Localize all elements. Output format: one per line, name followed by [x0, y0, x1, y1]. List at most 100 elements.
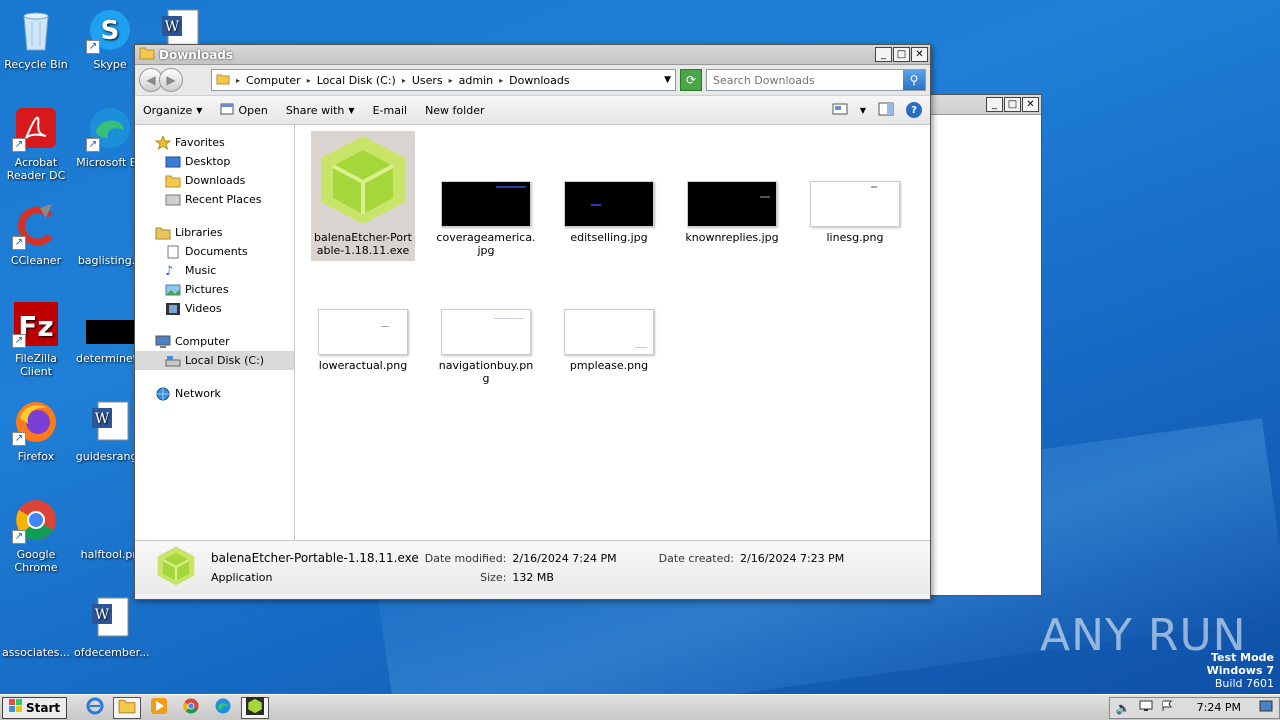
file-item[interactable]: linesg.png	[803, 131, 907, 248]
taskbar-edge[interactable]	[209, 697, 237, 719]
taskbar: Start 🔈 7:24 PM	[0, 694, 1280, 720]
desktop-icon-recycle-bin[interactable]: Recycle Bin	[0, 6, 72, 71]
chevron-right-icon[interactable]: ▸	[236, 76, 240, 85]
search-input[interactable]	[707, 73, 903, 87]
chevron-right-icon[interactable]: ▸	[499, 76, 503, 85]
close-button[interactable]: ✕	[911, 47, 928, 62]
firefox-icon: ↗	[12, 398, 60, 446]
desktop-icon-filezilla[interactable]: Fz ↗ FileZilla Client	[0, 300, 72, 378]
desktop-icon-label: CCleaner	[10, 254, 62, 267]
explorer-titlebar[interactable]: Downloads _ □ ✕	[135, 45, 930, 65]
breadcrumb-computer[interactable]: Computer	[246, 74, 301, 87]
word-document-icon: W	[86, 594, 134, 642]
start-button[interactable]: Start	[2, 696, 68, 719]
image-thumbnail	[810, 181, 900, 227]
desktop-icon-ccleaner[interactable]: ↗ CCleaner	[0, 202, 72, 267]
nav-recent-places[interactable]: Recent Places	[135, 190, 294, 209]
file-list[interactable]: balenaEtcher-Portable-1.18.11.exe covera…	[295, 125, 930, 540]
chevron-right-icon[interactable]: ▸	[402, 76, 406, 85]
file-item[interactable]: pmplease.png	[557, 259, 661, 376]
desktop-icon-label: Firefox	[17, 450, 55, 463]
breadcrumb-admin[interactable]: admin	[459, 74, 493, 87]
clock[interactable]: 7:24 PM	[1197, 701, 1241, 714]
minimize-button[interactable]: _	[986, 97, 1003, 112]
system-tray: 🔈 7:24 PM	[1108, 696, 1280, 719]
nav-desktop[interactable]: Desktop	[135, 152, 294, 171]
test-mode-watermark: Test Mode Windows 7 Build 7601	[1207, 651, 1274, 690]
flag-icon[interactable]	[1161, 700, 1173, 715]
taskbar-explorer[interactable]	[113, 696, 142, 719]
watermark-line: Windows 7	[1206, 664, 1274, 677]
nav-music[interactable]: ♪ Music	[135, 261, 294, 280]
background-window-titlebar[interactable]: _ □ ✕	[931, 95, 1041, 115]
maximize-button[interactable]: □	[1004, 97, 1021, 112]
minimize-button[interactable]: _	[875, 47, 892, 62]
pictures-icon	[165, 283, 181, 297]
maximize-button[interactable]: □	[893, 47, 910, 62]
email-button[interactable]: E-mail	[373, 104, 408, 117]
open-button[interactable]: Open	[220, 102, 268, 119]
explorer-window[interactable]: Downloads _ □ ✕ ◀ ▶ ▸ Computer ▸ Local D…	[134, 44, 931, 600]
file-item[interactable]: loweractual.png	[311, 259, 415, 376]
image-thumbnail	[564, 309, 654, 355]
nav-libraries[interactable]: Libraries	[135, 223, 294, 242]
breadcrumb-downloads[interactable]: Downloads	[509, 74, 569, 87]
taskbar-ie[interactable]	[81, 697, 109, 719]
background-window[interactable]: _ □ ✕	[930, 94, 1042, 596]
breadcrumb-local-disk[interactable]: Local Disk (C:)	[317, 74, 396, 87]
navigation-pane: Favorites Desktop Downloads Recent Place…	[135, 125, 295, 540]
nav-computer[interactable]: Computer	[135, 332, 294, 351]
chevron-right-icon[interactable]: ▸	[307, 76, 311, 85]
address-bar[interactable]: ▸ Computer ▸ Local Disk (C:) ▸ Users ▸ a…	[211, 69, 676, 91]
filezilla-icon: Fz ↗	[12, 300, 60, 348]
new-folder-button[interactable]: New folder	[425, 104, 484, 117]
show-desktop-icon[interactable]	[1259, 700, 1273, 715]
search-icon[interactable]: ⚲	[903, 70, 925, 90]
file-item[interactable]: editselling.jpg	[557, 131, 661, 248]
desktop-icon-chrome[interactable]: ↗ Google Chrome	[0, 496, 72, 574]
ccleaner-icon: ↗	[12, 202, 60, 250]
breadcrumb-users[interactable]: Users	[412, 74, 443, 87]
forward-button[interactable]: ▶	[159, 68, 183, 92]
file-name: knownreplies.jpg	[685, 231, 779, 244]
nav-label: Network	[175, 387, 221, 400]
speaker-icon[interactable]: 🔈	[1116, 701, 1131, 715]
file-name: coverageamerica.jpg	[436, 231, 536, 257]
file-item[interactable]: knownreplies.jpg	[680, 131, 784, 248]
file-item[interactable]: navigationbuy.png	[434, 259, 538, 389]
nav-downloads[interactable]: Downloads	[135, 171, 294, 190]
file-item[interactable]: balenaEtcher-Portable-1.18.11.exe	[311, 131, 415, 261]
taskbar-chrome[interactable]	[177, 697, 205, 719]
desktop-icon-firefox[interactable]: ↗ Firefox	[0, 398, 72, 463]
watermark-line: Build 7601	[1214, 677, 1274, 690]
desktop-icon-ofdecember[interactable]: W ofdecember...	[74, 594, 150, 659]
taskbar-media-player[interactable]	[145, 697, 173, 719]
desktop-icon-acrobat[interactable]: ↗ Acrobat Reader DC	[0, 104, 72, 182]
taskbar-balena-etcher[interactable]	[241, 696, 270, 719]
chevron-down-icon[interactable]: ▼	[860, 106, 866, 115]
chevron-down-icon[interactable]: ▼	[664, 75, 671, 85]
view-icon[interactable]	[832, 102, 848, 119]
close-button[interactable]: ✕	[1022, 97, 1039, 112]
nav-favorites[interactable]: Favorites	[135, 133, 294, 152]
nav-documents[interactable]: Documents	[135, 242, 294, 261]
organize-button[interactable]: Organize ▼	[143, 104, 202, 117]
command-bar: Organize ▼ Open Share with ▼ E-mail New …	[135, 95, 930, 125]
nav-label: Music	[185, 264, 217, 277]
nav-local-disk[interactable]: Local Disk (C:)	[135, 351, 294, 370]
search-box[interactable]: ⚲	[706, 69, 926, 91]
desktop-icon-label: FileZilla Client	[15, 352, 57, 378]
file-name: pmplease.png	[569, 359, 649, 372]
file-item[interactable]: coverageamerica.jpg	[434, 131, 538, 261]
refresh-button[interactable]: ⟳	[680, 69, 702, 91]
nav-network[interactable]: Network	[135, 384, 294, 403]
share-with-button[interactable]: Share with ▼	[286, 104, 355, 117]
help-icon[interactable]: ?	[906, 102, 922, 118]
desktop-icon-associates[interactable]: associates...	[0, 594, 72, 659]
network-icon[interactable]	[1139, 700, 1153, 715]
chevron-right-icon[interactable]: ▸	[449, 76, 453, 85]
nav-videos[interactable]: Videos	[135, 299, 294, 318]
nav-pictures[interactable]: Pictures	[135, 280, 294, 299]
svg-text:S: S	[101, 16, 120, 46]
preview-pane-icon[interactable]	[878, 102, 894, 119]
